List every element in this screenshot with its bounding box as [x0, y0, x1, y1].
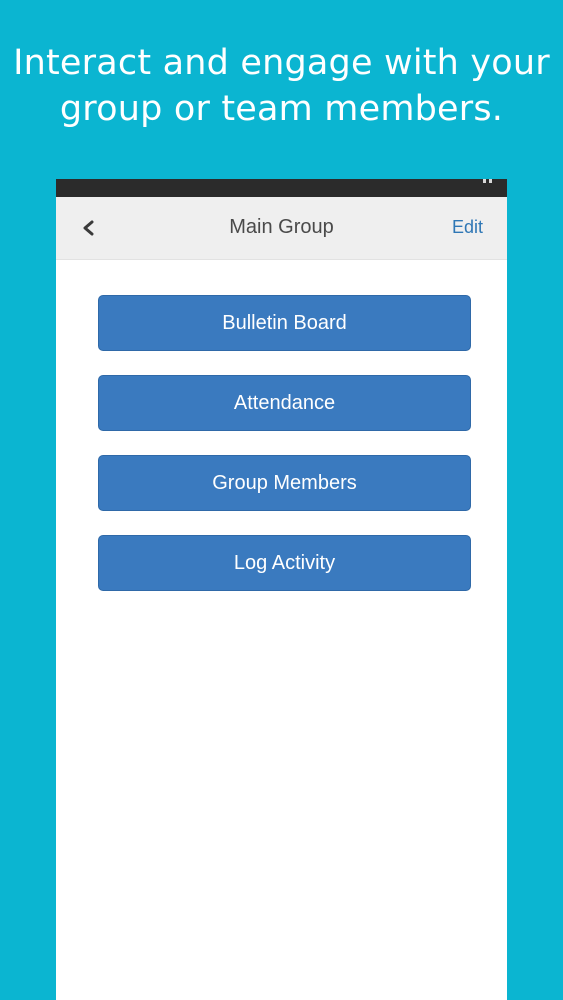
- attendance-button[interactable]: Attendance: [98, 375, 471, 431]
- promo-line-1: Interact and engage with your: [13, 43, 550, 83]
- page-title: Main Group: [229, 216, 334, 238]
- log-activity-button[interactable]: Log Activity: [98, 535, 471, 591]
- edit-button[interactable]: Edit: [452, 217, 483, 238]
- promo-line-2: group or team members.: [59, 89, 504, 129]
- phone-screen: Main Group Edit Bulletin Board Attendanc…: [56, 179, 507, 1000]
- promo-headline: Interact and engage with your group or t…: [0, 40, 563, 132]
- status-bar: [56, 179, 507, 197]
- group-menu: Bulletin Board Attendance Group Members …: [98, 295, 471, 615]
- navigation-bar: Main Group Edit: [56, 197, 507, 260]
- group-members-button[interactable]: Group Members: [98, 455, 471, 511]
- status-indicator-icon: [483, 179, 493, 183]
- bulletin-board-button[interactable]: Bulletin Board: [98, 295, 471, 351]
